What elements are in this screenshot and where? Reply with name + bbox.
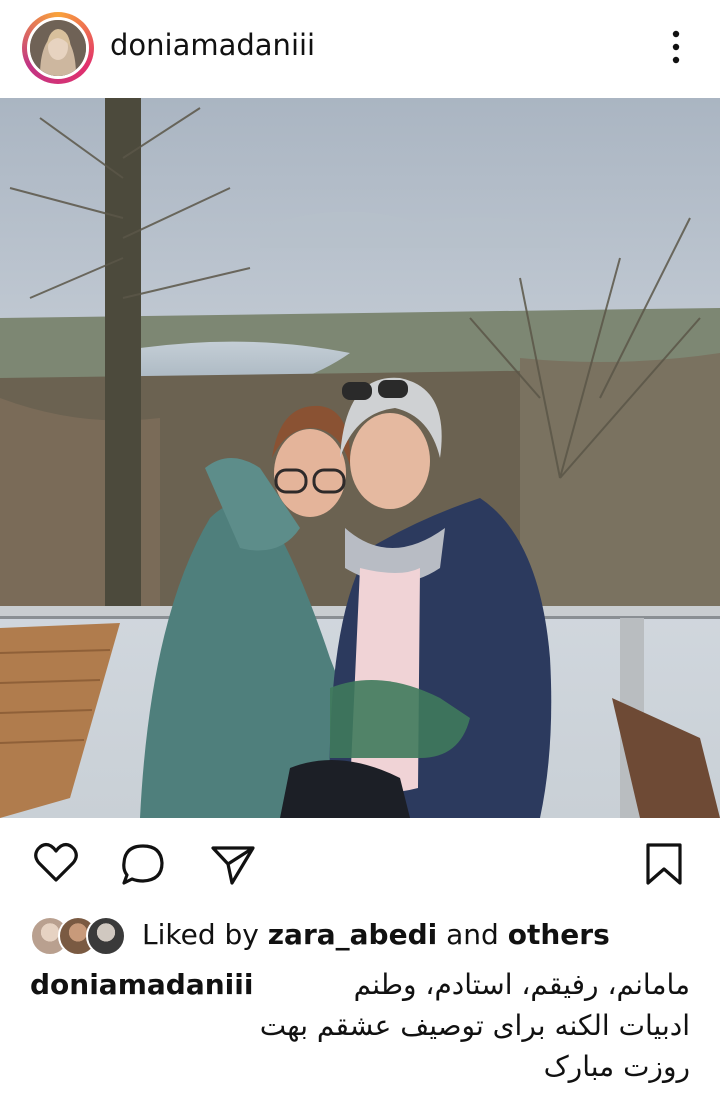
post-image [0, 98, 720, 818]
likes-summary[interactable]: Liked by zara_abedi and others [142, 918, 610, 951]
likes-user-link[interactable]: zara_abedi [268, 918, 437, 951]
likes-prefix: Liked by [142, 918, 259, 951]
heart-icon[interactable] [33, 842, 79, 884]
comment-icon[interactable] [120, 842, 166, 886]
bookmark-icon[interactable] [644, 842, 684, 886]
likes-others-link[interactable]: others [508, 918, 610, 951]
caption-line: مامانم، رفیقم، استادم، وطنم [353, 968, 690, 1001]
avatar-portrait [30, 20, 86, 76]
post-header: doniamadaniii [0, 0, 720, 96]
send-icon[interactable] [210, 844, 256, 886]
story-ring[interactable] [22, 12, 94, 84]
liker-avatars [30, 916, 130, 956]
caption-line: ادبیات الکنه برای توصیف عشقم بهت [259, 1009, 690, 1042]
post-photo[interactable] [0, 98, 720, 818]
more-vertical-icon[interactable] [660, 28, 692, 68]
liker-avatar[interactable] [86, 916, 126, 956]
caption-username[interactable]: doniamadaniii [30, 968, 253, 1001]
action-bar [0, 830, 720, 900]
likes-middle: and [446, 918, 499, 951]
header-username[interactable]: doniamadaniii [110, 28, 315, 62]
avatar[interactable] [27, 17, 89, 79]
caption-line: روزت مبارک [543, 1050, 690, 1083]
